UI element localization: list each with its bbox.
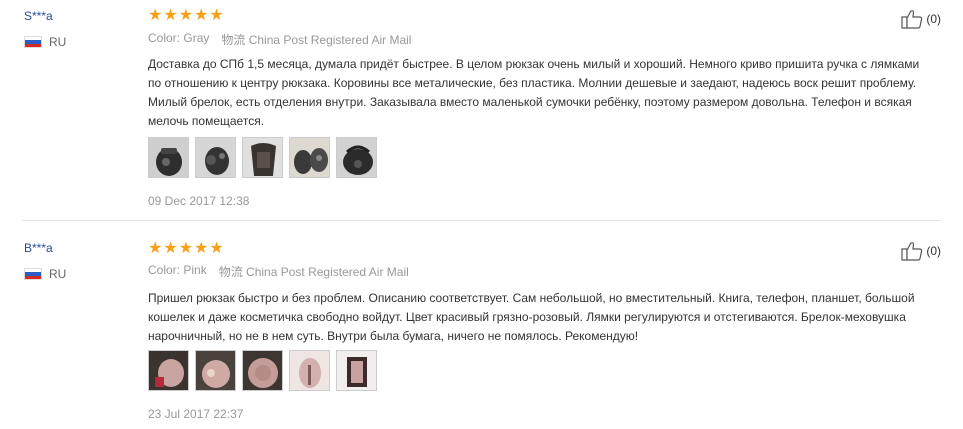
star-icon: ★ — [163, 5, 178, 24]
review-item: B***a RU ★ ★ ★ ★ ★ Color: Pink 物流 China … — [0, 231, 963, 429]
review-divider — [22, 220, 941, 221]
star-rating: ★ ★ ★ ★ ★ — [148, 240, 224, 256]
color-label: Color: — [148, 263, 181, 277]
review-photos — [148, 350, 377, 391]
reviewer-country: RU — [24, 267, 66, 281]
review-text: Пришел рюкзак быстро и без проблем. Опис… — [148, 291, 915, 343]
review-photo[interactable] — [336, 137, 377, 178]
star-icon: ★ — [148, 238, 163, 257]
thumbs-up-icon[interactable] — [901, 9, 923, 29]
review-date: 23 Jul 2017 22:37 — [148, 407, 244, 421]
reviewer-name[interactable]: B***a — [24, 241, 53, 255]
review-photo[interactable] — [289, 137, 330, 178]
review-photo[interactable] — [242, 350, 283, 391]
review-photos — [148, 137, 377, 178]
helpful-count: (0) — [926, 244, 941, 258]
reviewer-country: RU — [24, 35, 66, 49]
review-photo[interactable] — [336, 350, 377, 391]
order-info: Color: Pink 物流 China Post Registered Air… — [148, 263, 409, 280]
color-label: Color: — [148, 31, 181, 45]
star-icon: ★ — [148, 5, 163, 24]
shipping-method: 物流 China Post Registered Air Mail — [221, 33, 412, 47]
review-date: 09 Dec 2017 12:38 — [148, 194, 250, 208]
review-photo[interactable] — [148, 350, 189, 391]
color-value: Pink — [183, 263, 207, 277]
russia-flag-icon — [24, 268, 42, 280]
thumbs-up-icon[interactable] — [901, 241, 923, 261]
star-icon: ★ — [209, 5, 224, 24]
star-rating: ★ ★ ★ ★ ★ — [148, 7, 224, 23]
color-info: Color: Gray — [148, 31, 209, 48]
color-info: Color: Pink — [148, 263, 207, 280]
star-icon: ★ — [178, 238, 194, 257]
shipping-method: 物流 China Post Registered Air Mail — [218, 265, 409, 279]
review-photo[interactable] — [195, 137, 236, 178]
country-code: RU — [49, 35, 67, 49]
helpful-count: (0) — [926, 12, 941, 26]
reviewer-name[interactable]: S***a — [24, 9, 53, 23]
star-icon: ★ — [194, 238, 209, 257]
russia-flag-icon — [24, 36, 42, 48]
review-item: S***a RU ★ ★ ★ ★ ★ Color: Gray 物流 China … — [0, 0, 963, 218]
order-info: Color: Gray 物流 China Post Registered Air… — [148, 31, 411, 48]
star-icon: ★ — [209, 238, 224, 257]
helpful-button[interactable]: (0) — [901, 9, 941, 29]
country-code: RU — [49, 267, 67, 281]
star-icon: ★ — [163, 238, 178, 257]
star-icon: ★ — [178, 5, 194, 24]
review-photo[interactable] — [242, 137, 283, 178]
review-photo[interactable] — [195, 350, 236, 391]
review-photo[interactable] — [148, 137, 189, 178]
star-icon: ★ — [194, 5, 209, 24]
review-text: Доставка до СПб 1,5 месяца, думала придё… — [148, 57, 920, 128]
helpful-button[interactable]: (0) — [901, 241, 941, 261]
color-value: Gray — [183, 31, 210, 45]
review-photo[interactable] — [289, 350, 330, 391]
